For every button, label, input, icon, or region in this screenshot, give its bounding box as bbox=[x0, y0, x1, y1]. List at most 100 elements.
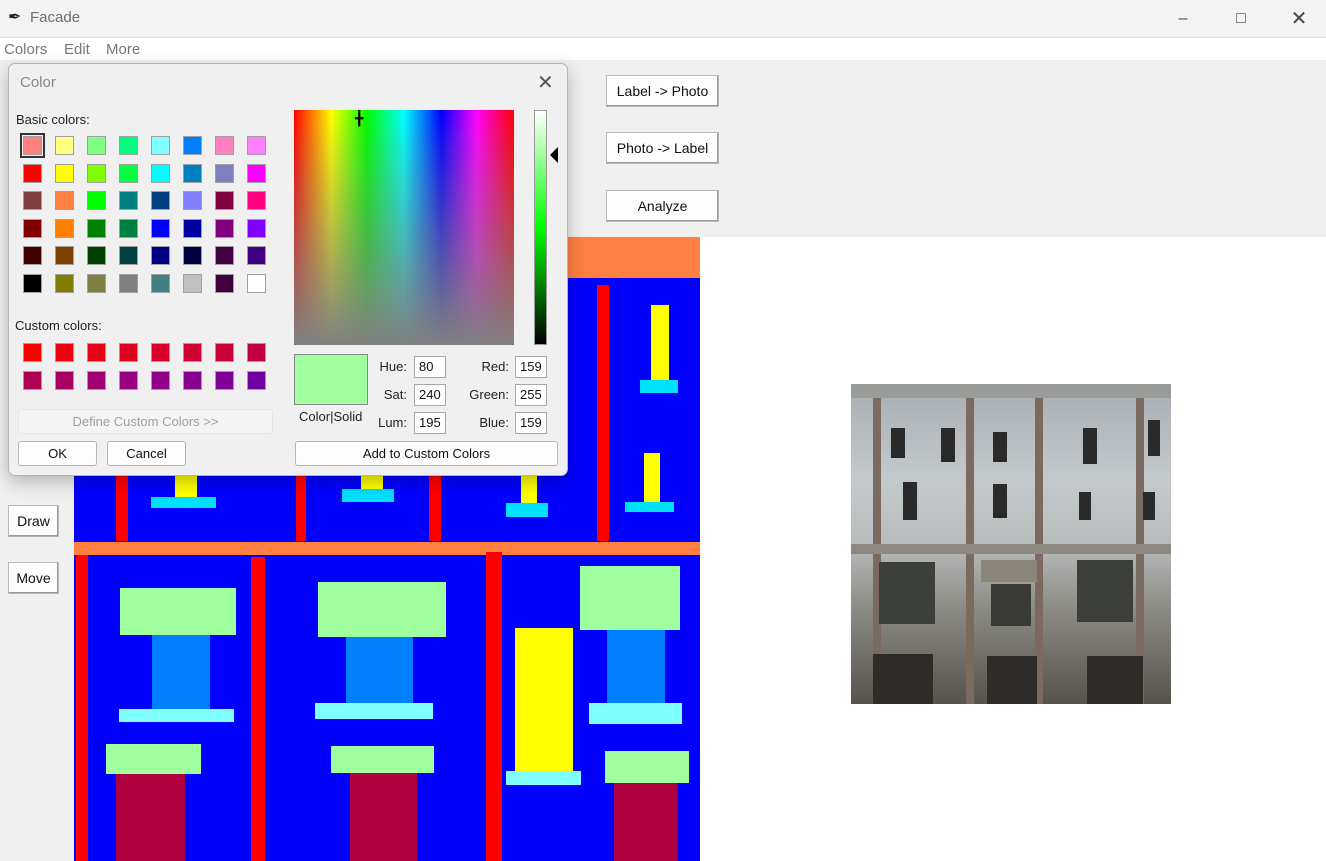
basic-color-swatch[interactable] bbox=[215, 218, 234, 238]
basic-color-swatch[interactable] bbox=[119, 163, 138, 183]
basic-color-swatch[interactable] bbox=[87, 218, 106, 238]
label-to-photo-button[interactable]: Label -> Photo bbox=[606, 75, 719, 107]
basic-color-swatch[interactable] bbox=[55, 163, 74, 183]
basic-color-swatch[interactable] bbox=[55, 273, 74, 293]
basic-color-swatch[interactable] bbox=[55, 246, 74, 265]
basic-color-swatch[interactable] bbox=[215, 136, 234, 155]
menu-edit[interactable]: Edit bbox=[64, 41, 90, 58]
basic-color-swatch[interactable] bbox=[151, 246, 170, 265]
custom-color-swatch[interactable] bbox=[183, 343, 202, 362]
basic-color-swatch[interactable] bbox=[55, 191, 74, 210]
glass-block bbox=[152, 635, 210, 709]
basic-color-swatch[interactable] bbox=[183, 246, 202, 265]
basic-color-swatch[interactable] bbox=[151, 273, 170, 293]
custom-color-swatch[interactable] bbox=[87, 370, 106, 390]
custom-color-swatch[interactable] bbox=[55, 370, 74, 390]
custom-color-swatch[interactable] bbox=[87, 343, 106, 362]
minimize-icon[interactable]: – bbox=[1154, 0, 1212, 37]
draw-button[interactable]: Draw bbox=[8, 505, 59, 537]
basic-color-swatch[interactable] bbox=[87, 163, 106, 183]
custom-color-swatch[interactable] bbox=[151, 343, 170, 362]
move-button[interactable]: Move bbox=[8, 562, 59, 594]
maximize-icon[interactable]: □ bbox=[1212, 0, 1270, 37]
basic-color-swatch[interactable] bbox=[247, 273, 266, 293]
lum-field[interactable]: 195 bbox=[414, 412, 446, 434]
menu-colors[interactable]: Colors bbox=[4, 41, 47, 58]
basic-color-swatch[interactable] bbox=[215, 191, 234, 210]
sat-field[interactable]: 240 bbox=[414, 384, 446, 406]
menu-more[interactable]: More bbox=[106, 41, 140, 58]
basic-color-swatch[interactable] bbox=[151, 191, 170, 210]
custom-color-swatch[interactable] bbox=[55, 343, 74, 362]
analyze-button[interactable]: Analyze bbox=[606, 190, 719, 222]
basic-color-swatch[interactable] bbox=[55, 136, 74, 155]
basic-color-swatch[interactable] bbox=[247, 191, 266, 210]
custom-color-swatch[interactable] bbox=[215, 370, 234, 390]
deco-base bbox=[625, 502, 674, 512]
basic-color-swatch[interactable] bbox=[183, 136, 202, 155]
basic-color-swatch[interactable] bbox=[87, 136, 106, 155]
basic-color-swatch[interactable] bbox=[247, 163, 266, 183]
custom-color-swatch[interactable] bbox=[183, 370, 202, 390]
basic-color-swatch[interactable] bbox=[183, 163, 202, 183]
basic-color-swatch[interactable] bbox=[183, 273, 202, 293]
basic-color-swatch[interactable] bbox=[23, 218, 42, 238]
close-icon[interactable]: ✕ bbox=[537, 70, 554, 95]
custom-color-swatch[interactable] bbox=[151, 370, 170, 390]
basic-color-swatch[interactable] bbox=[119, 273, 138, 293]
basic-color-swatch[interactable] bbox=[119, 136, 138, 155]
basic-color-swatch[interactable] bbox=[215, 163, 234, 183]
basic-color-swatch[interactable] bbox=[119, 218, 138, 238]
crosshair-icon: ╋ bbox=[355, 110, 364, 126]
define-custom-colors-button[interactable]: Define Custom Colors >> bbox=[18, 409, 273, 434]
photo-window bbox=[1143, 492, 1155, 520]
basic-color-swatch[interactable] bbox=[247, 246, 266, 265]
basic-color-swatch[interactable] bbox=[183, 218, 202, 238]
window-block bbox=[120, 588, 236, 635]
ok-button[interactable]: OK bbox=[18, 441, 97, 466]
photo-to-label-button[interactable]: Photo -> Label bbox=[606, 132, 719, 164]
custom-color-swatch[interactable] bbox=[215, 343, 234, 362]
red-field[interactable]: 159 bbox=[515, 356, 547, 378]
basic-color-swatch[interactable] bbox=[20, 133, 45, 158]
basic-color-swatch[interactable] bbox=[151, 163, 170, 183]
custom-color-swatch[interactable] bbox=[23, 343, 42, 362]
title-bar: ✒ Facade – □ ✕ bbox=[0, 0, 1326, 37]
basic-color-swatch[interactable] bbox=[215, 246, 234, 265]
blue-label: Blue: bbox=[479, 415, 509, 430]
basic-color-swatch[interactable] bbox=[151, 136, 170, 155]
close-icon[interactable]: ✕ bbox=[1270, 0, 1326, 37]
basic-color-swatch[interactable] bbox=[215, 273, 234, 293]
basic-color-swatch[interactable] bbox=[247, 218, 266, 238]
luminance-slider[interactable] bbox=[534, 110, 547, 345]
basic-color-swatch[interactable] bbox=[151, 218, 170, 238]
basic-color-swatch[interactable] bbox=[119, 246, 138, 265]
basic-color-swatch[interactable] bbox=[247, 136, 266, 155]
green-field[interactable]: 255 bbox=[515, 384, 547, 406]
deco-base bbox=[342, 489, 394, 502]
basic-color-swatch[interactable] bbox=[23, 191, 42, 210]
basic-color-swatch[interactable] bbox=[23, 163, 42, 183]
photo-cornice bbox=[851, 384, 1171, 398]
basic-color-swatch[interactable] bbox=[87, 191, 106, 210]
basic-color-swatch[interactable] bbox=[119, 191, 138, 210]
custom-color-swatch[interactable] bbox=[119, 370, 138, 390]
cancel-button[interactable]: Cancel bbox=[107, 441, 186, 466]
basic-color-swatch[interactable] bbox=[183, 191, 202, 210]
hue-field[interactable]: 80 bbox=[414, 356, 446, 378]
sat-label: Sat: bbox=[383, 387, 407, 402]
custom-color-swatch[interactable] bbox=[247, 370, 266, 390]
basic-color-swatch[interactable] bbox=[87, 273, 106, 293]
color-spectrum[interactable] bbox=[294, 110, 514, 345]
basic-color-swatch[interactable] bbox=[55, 218, 74, 238]
custom-color-swatch[interactable] bbox=[119, 343, 138, 362]
custom-color-swatch[interactable] bbox=[247, 343, 266, 362]
blue-field[interactable]: 159 bbox=[515, 412, 547, 434]
luminance-arrow-icon[interactable] bbox=[550, 147, 558, 163]
add-to-custom-colors-button[interactable]: Add to Custom Colors bbox=[295, 441, 558, 466]
custom-color-swatch[interactable] bbox=[23, 370, 42, 390]
basic-color-swatch[interactable] bbox=[87, 246, 106, 265]
basic-color-swatch[interactable] bbox=[23, 246, 42, 265]
basic-color-swatch[interactable] bbox=[23, 273, 42, 293]
custom-colors-label: Custom colors: bbox=[15, 318, 102, 333]
